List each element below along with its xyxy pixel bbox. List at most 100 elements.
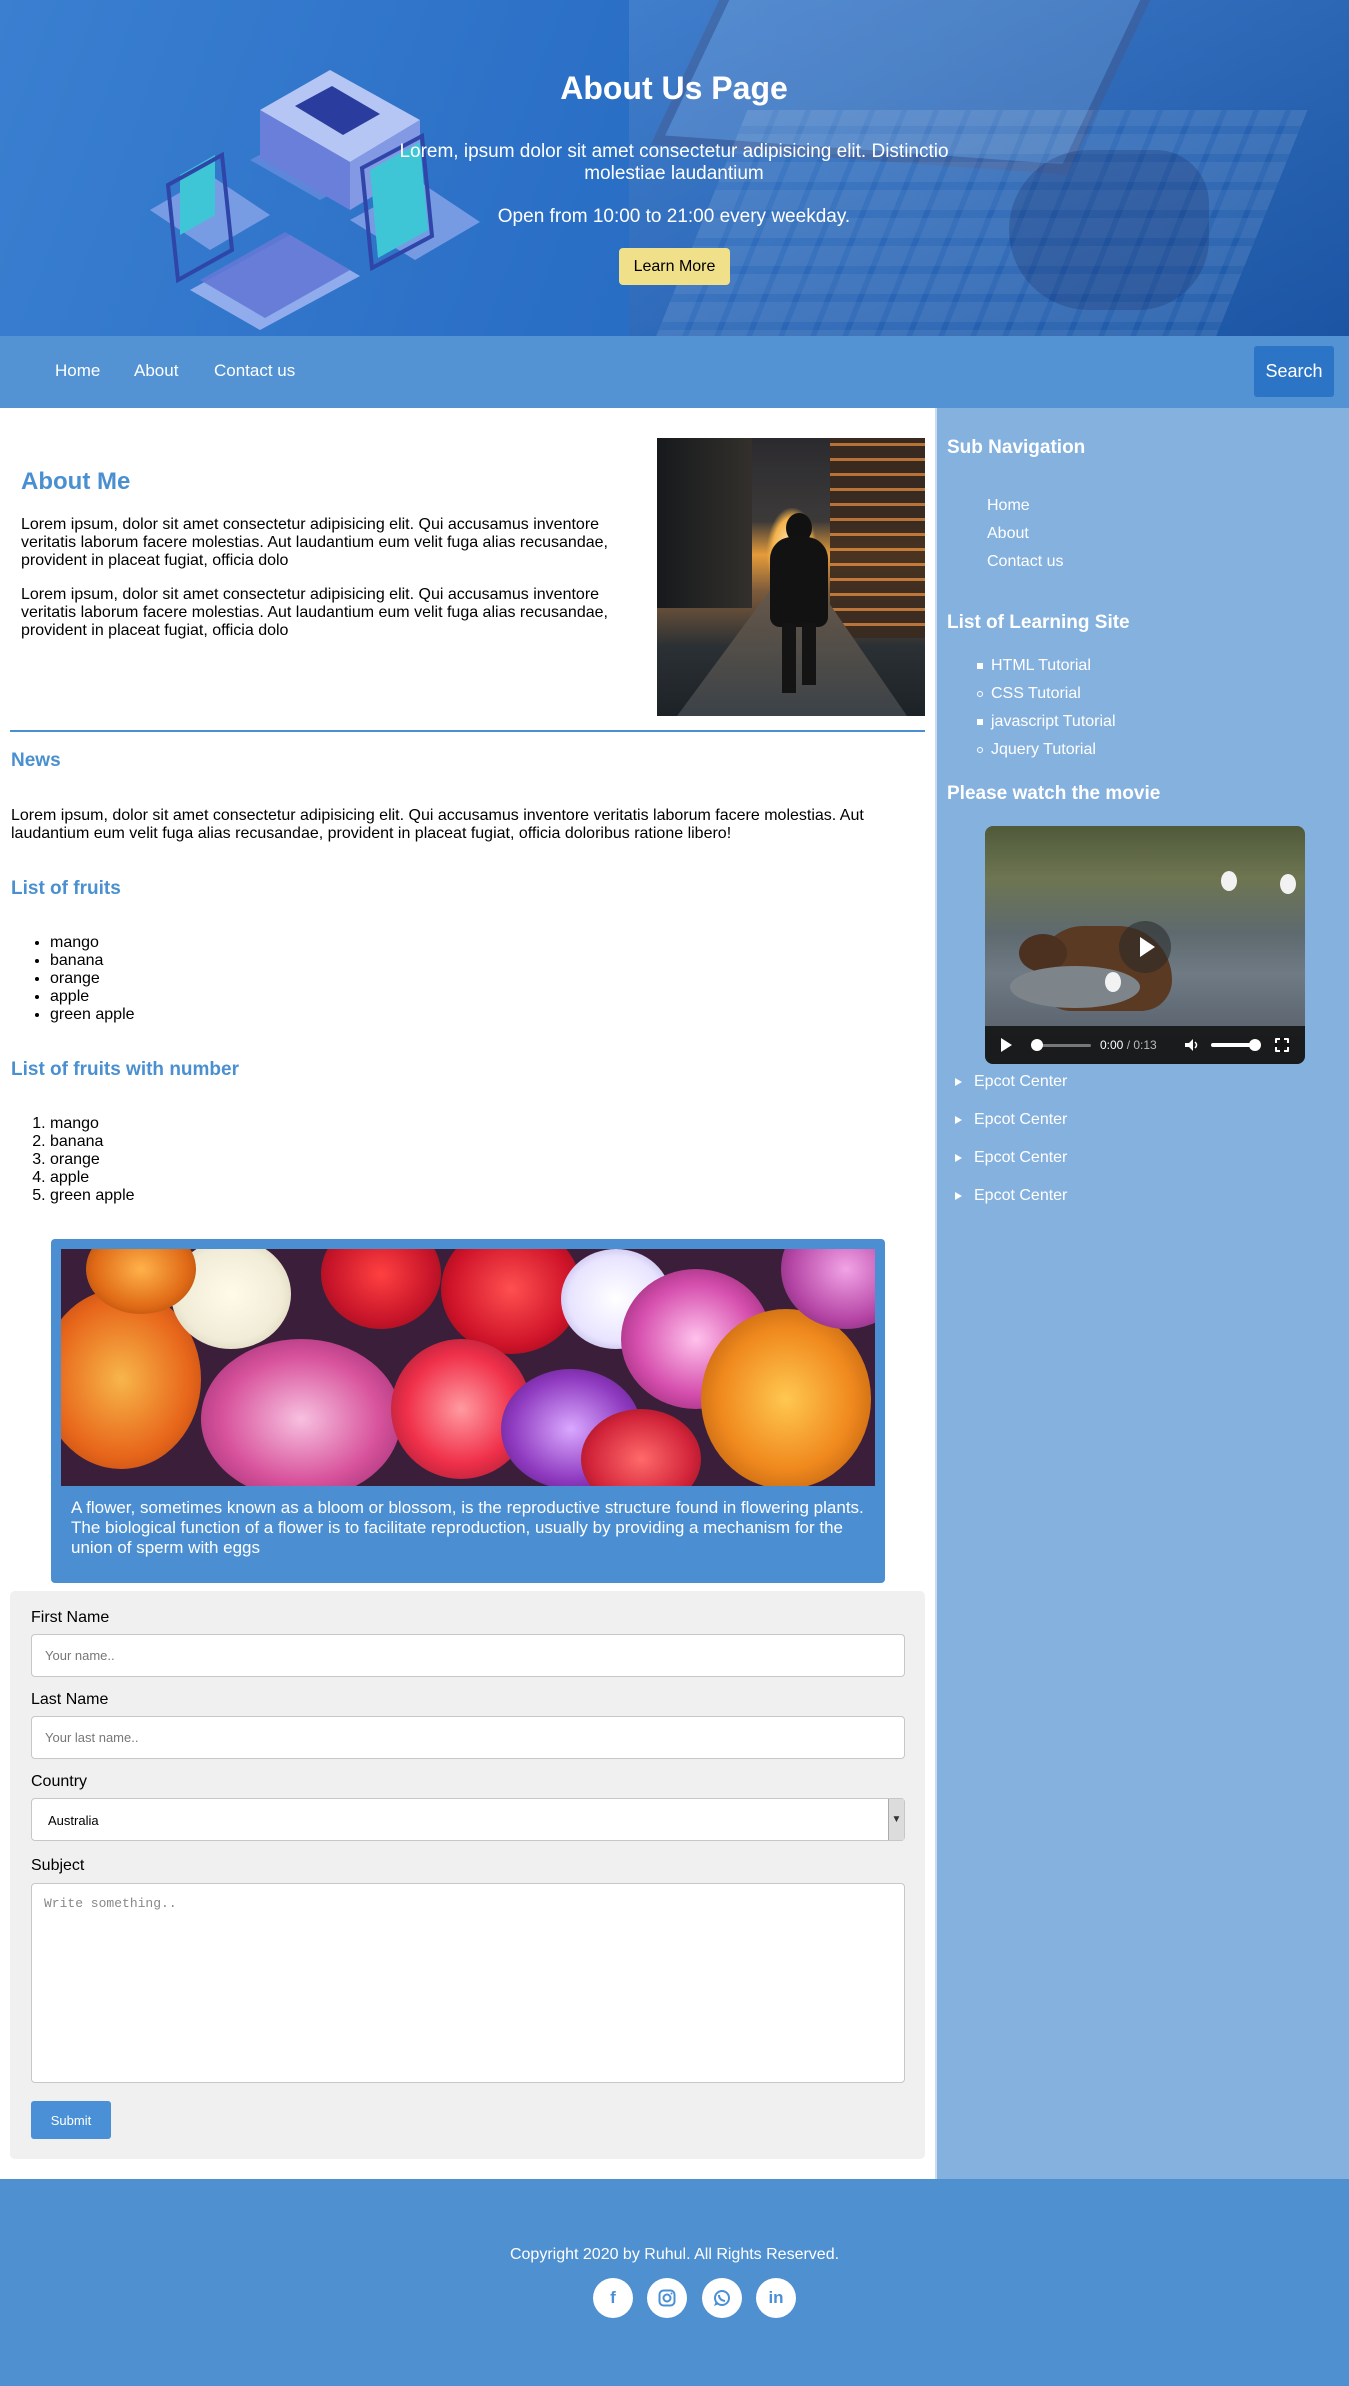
first-name-input[interactable]	[31, 1634, 905, 1677]
fruits-list: mango banana orange apple green apple	[50, 934, 135, 1024]
nav-item-home[interactable]: Home	[55, 361, 100, 381]
footer: Copyright 2020 by Ruhul. All Rights Rese…	[0, 2179, 1349, 2386]
sidebar: Sub Navigation Home About Contact us Lis…	[935, 408, 1349, 2179]
subject-label: Subject	[31, 1857, 85, 1874]
list-item: mango	[50, 1115, 135, 1133]
details-summary[interactable]: Epcot Center	[955, 1187, 1067, 1205]
current-time: 0:00	[1100, 1038, 1124, 1052]
list-item: banana	[50, 1133, 135, 1151]
news-heading: News	[11, 750, 61, 771]
flower-caption: A flower, sometimes known as a bloom or …	[71, 1498, 864, 1557]
sidebar-item-contact-us[interactable]: Contact us	[987, 553, 1063, 571]
learning-item-label: CSS Tutorial	[991, 685, 1081, 702]
list-item: apple	[50, 988, 135, 1006]
main-content: About Me Lorem ipsum, dolor sit amet con…	[0, 408, 935, 2179]
copyright-text: Copyright 2020 by Ruhul. All Rights Rese…	[509, 2246, 840, 2263]
search-button[interactable]: Search	[1254, 346, 1334, 397]
instagram-icon[interactable]	[647, 2278, 687, 2318]
list-item: orange	[50, 970, 135, 988]
gull	[1105, 972, 1121, 992]
details-label: Epcot Center	[974, 1073, 1068, 1090]
video-player[interactable]: 0:00 / 0:13	[985, 826, 1305, 1064]
details-label: Epcot Center	[974, 1187, 1068, 1204]
details-summary[interactable]: Epcot Center	[955, 1073, 1067, 1091]
learning-item-label: javascript Tutorial	[991, 713, 1116, 730]
triangle-right-icon	[955, 1192, 962, 1200]
learning-item[interactable]: CSS Tutorial	[977, 685, 1081, 703]
page-title: About Us Page	[560, 70, 788, 106]
chevron-down-icon: ▼	[888, 1799, 904, 1840]
gull	[1280, 874, 1296, 894]
list-item: green apple	[50, 1006, 135, 1024]
fruits-numbered-heading: List of fruits with number	[11, 1059, 239, 1080]
last-name-label: Last Name	[31, 1691, 109, 1708]
linkedin-icon[interactable]: in	[756, 2278, 796, 2318]
whatsapp-icon[interactable]	[702, 2278, 742, 2318]
opening-hours: Open from 10:00 to 21:00 every weekday.	[497, 206, 851, 227]
list-item: green apple	[50, 1187, 135, 1205]
fruits-heading: List of fruits	[11, 878, 121, 899]
contact-form: First Name Last Name Country Australia ▼…	[10, 1591, 925, 2159]
about-paragraph: Lorem ipsum, dolor sit amet consectetur …	[21, 516, 608, 569]
square-bullet-icon	[977, 718, 983, 725]
learning-item-label: Jquery Tutorial	[991, 741, 1096, 758]
list-item: mango	[50, 934, 135, 952]
details-label: Epcot Center	[974, 1149, 1068, 1166]
play-button-icon[interactable]	[1001, 1038, 1012, 1052]
news-text: Lorem ipsum, dolor sit amet consectetur …	[11, 807, 864, 842]
section-divider	[10, 730, 925, 732]
play-icon[interactable]	[1119, 921, 1171, 973]
about-paragraph: Lorem ipsum, dolor sit amet consectetur …	[21, 586, 608, 639]
volume-slider[interactable]	[1211, 1043, 1253, 1047]
learning-item[interactable]: HTML Tutorial	[977, 657, 1091, 675]
details-label: Epcot Center	[974, 1111, 1068, 1128]
details-summary[interactable]: Epcot Center	[955, 1149, 1067, 1167]
last-name-input[interactable]	[31, 1716, 905, 1759]
list-item: banana	[50, 952, 135, 970]
country-value: Australia	[48, 1813, 99, 1828]
sidebar-item-home[interactable]: Home	[987, 497, 1030, 515]
triangle-right-icon	[955, 1078, 962, 1086]
triangle-right-icon	[955, 1116, 962, 1124]
learning-item[interactable]: javascript Tutorial	[977, 713, 1116, 731]
gull	[1221, 871, 1237, 891]
video-controls: 0:00 / 0:13	[985, 1026, 1305, 1064]
circle-bullet-icon	[977, 746, 983, 753]
circle-bullet-icon	[977, 690, 983, 697]
duration: / 0:13	[1126, 1038, 1157, 1052]
seek-handle[interactable]	[1031, 1039, 1043, 1051]
country-select[interactable]: Australia ▼	[31, 1798, 905, 1841]
country-label: Country	[31, 1773, 88, 1790]
first-name-label: First Name	[31, 1609, 110, 1626]
details-summary[interactable]: Epcot Center	[955, 1111, 1067, 1129]
facebook-icon[interactable]: f	[593, 2278, 633, 2318]
rock	[1010, 966, 1140, 1008]
flower-photo	[61, 1249, 875, 1486]
subject-textarea[interactable]	[31, 1883, 905, 2083]
nav-item-contact-us[interactable]: Contact us	[214, 361, 295, 381]
list-item: apple	[50, 1169, 135, 1187]
about-heading: About Me	[21, 468, 131, 495]
sub-navigation-heading: Sub Navigation	[947, 437, 1086, 458]
volume-icon[interactable]	[1185, 1039, 1199, 1051]
flower-figure: A flower, sometimes known as a bloom or …	[51, 1239, 885, 1583]
volume-handle[interactable]	[1249, 1039, 1261, 1051]
submit-button[interactable]: Submit	[31, 2101, 111, 2139]
fullscreen-icon[interactable]	[1274, 1037, 1290, 1053]
hero-description: Lorem, ipsum dolor sit amet consectetur …	[399, 141, 949, 184]
learning-item[interactable]: Jquery Tutorial	[977, 741, 1096, 759]
hero-banner: About Us Page Lorem, ipsum dolor sit ame…	[0, 0, 1349, 336]
movie-heading: Please watch the movie	[947, 783, 1161, 804]
nav-item-about[interactable]: About	[134, 361, 178, 381]
seek-bar[interactable]	[1035, 1044, 1091, 1047]
top-navigation: Home About Contact us Search	[0, 336, 1349, 408]
street-photo	[657, 438, 925, 716]
learning-item-label: HTML Tutorial	[991, 657, 1091, 674]
triangle-right-icon	[955, 1154, 962, 1162]
learn-more-button[interactable]: Learn More	[619, 248, 730, 285]
square-bullet-icon	[977, 662, 983, 669]
learning-sites-heading: List of Learning Site	[947, 612, 1130, 633]
fruits-numbered-list: mango banana orange apple green apple	[50, 1115, 135, 1205]
list-item: orange	[50, 1151, 135, 1169]
sidebar-item-about[interactable]: About	[987, 525, 1029, 543]
